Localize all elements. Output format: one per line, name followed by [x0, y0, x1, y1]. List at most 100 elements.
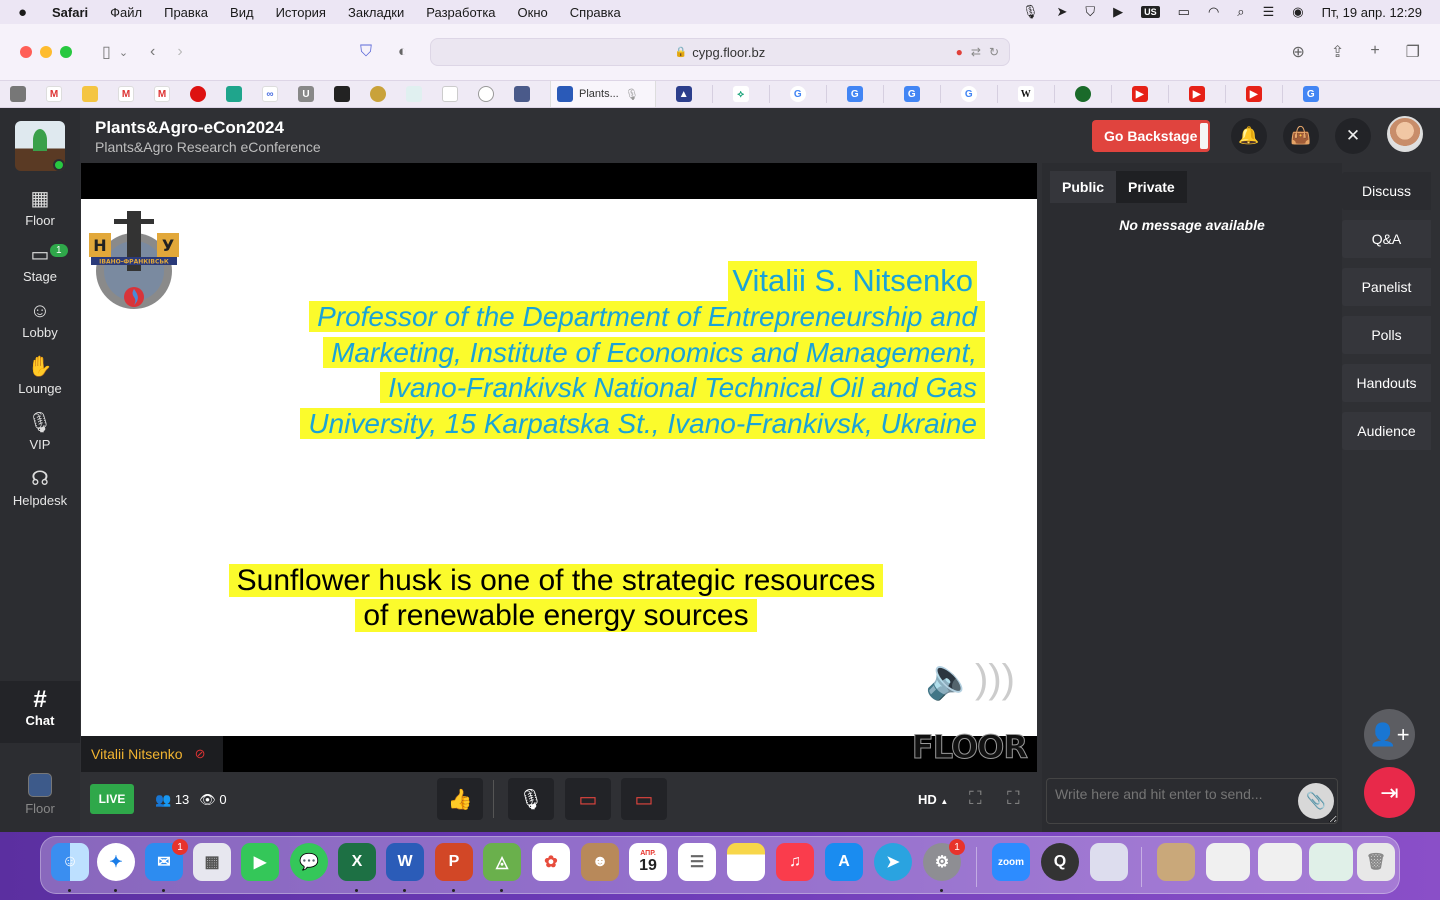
contacts-icon[interactable]: ☻ — [581, 843, 619, 881]
chevron-down-icon[interactable]: ⌄ — [119, 46, 128, 59]
messages-icon[interactable]: 💬 — [290, 843, 328, 881]
photos-icon[interactable]: ✿ — [532, 843, 570, 881]
reminders-icon[interactable]: ☰ — [678, 843, 716, 881]
camera-toggle-button[interactable]: ▭ — [565, 778, 611, 820]
trash-icon[interactable]: 🗑 — [1357, 843, 1395, 881]
zoom-window-button[interactable] — [60, 46, 72, 58]
maps-icon[interactable]: ◬ — [483, 843, 521, 881]
green-app-icon[interactable] — [1074, 86, 1091, 102]
reload-icon[interactable]: ↻ — [989, 45, 999, 59]
tab-favicon-icon[interactable] — [10, 86, 26, 102]
music-icon[interactable]: ♫ — [776, 843, 814, 881]
teal-app-icon[interactable] — [226, 86, 242, 102]
back-button[interactable]: ‹ — [150, 43, 155, 61]
wifi-icon[interactable]: ◠ — [1208, 4, 1219, 20]
apple-icon[interactable]: ● — [18, 4, 38, 21]
share-icon[interactable]: ⇪ — [1331, 42, 1344, 62]
menu-develop[interactable]: Разработка — [426, 5, 495, 20]
calendar-icon[interactable]: АПР. 19 — [629, 843, 667, 881]
gmail-icon[interactable]: M — [118, 86, 134, 102]
translate-icon[interactable]: ⇄ — [971, 45, 981, 59]
facetime-icon[interactable]: ▶ — [241, 843, 279, 881]
tab-audience[interactable]: Audience — [1342, 412, 1431, 450]
recent-spreadsheet-icon[interactable] — [1258, 843, 1302, 881]
recent-folder-icon[interactable] — [1157, 843, 1195, 881]
navigation-icon[interactable]: ➤ — [1056, 4, 1067, 20]
triangle-app-icon[interactable]: ▲ — [675, 86, 692, 102]
minimize-window-button[interactable] — [40, 46, 52, 58]
add-user-button[interactable]: 👤+ — [1364, 709, 1415, 760]
nav-item-chat[interactable]: # Chat — [0, 681, 80, 743]
privacy-shield-icon[interactable]: ⛉ — [360, 43, 372, 61]
user-avatar[interactable] — [1387, 116, 1423, 152]
word-icon[interactable]: W — [386, 843, 424, 881]
event-logo[interactable] — [15, 121, 65, 171]
input-source-indicator[interactable]: US — [1141, 6, 1160, 18]
hexagon-icon[interactable] — [514, 86, 530, 102]
play-icon[interactable]: ▶ — [1113, 4, 1123, 20]
download-icon[interactable]: ⊕ — [1292, 42, 1305, 62]
safari-icon[interactable]: ✦ — [97, 843, 135, 881]
powerpoint-icon[interactable]: P — [435, 843, 473, 881]
search-icon[interactable]: ⌕ — [1237, 4, 1244, 20]
go-backstage-button[interactable]: Go Backstage — [1092, 120, 1210, 152]
chat-message-input[interactable] — [1046, 778, 1338, 824]
recent-document-icon[interactable] — [1206, 843, 1250, 881]
menu-history[interactable]: История — [276, 5, 326, 20]
red-circle-icon[interactable] — [190, 86, 206, 102]
microphone-icon[interactable]: ● — [956, 45, 963, 59]
google-icon[interactable]: G — [789, 86, 806, 102]
dark-app-icon[interactable] — [334, 86, 350, 102]
crest-icon[interactable] — [370, 86, 386, 102]
nav-item-lobby[interactable]: ☺ Lobby — [0, 300, 80, 340]
new-tab-icon[interactable]: + — [1370, 42, 1379, 62]
google-icon[interactable]: G — [960, 86, 977, 102]
tab-microphone-icon[interactable]: 🎙 — [625, 88, 639, 101]
light-app-icon[interactable] — [406, 86, 422, 102]
bell-icon[interactable]: 🔔 — [1231, 118, 1267, 154]
fullscreen-icon[interactable]: ⛶ — [969, 788, 982, 809]
google-translate-icon[interactable]: G — [846, 86, 863, 102]
menu-view[interactable]: Вид — [230, 5, 254, 20]
menubar-clock[interactable]: Пт, 19 апр. 12:29 — [1322, 5, 1422, 20]
recent-image-icon[interactable] — [1309, 843, 1353, 881]
nav-item-floor[interactable]: ▦ Floor — [0, 188, 80, 228]
google-translate-icon[interactable]: G — [1302, 86, 1319, 102]
microphone-status-icon[interactable]: 🎙 — [1022, 4, 1039, 20]
document-icon[interactable] — [442, 86, 458, 102]
notes-icon[interactable] — [727, 843, 765, 881]
backstage-toggle[interactable] — [1200, 123, 1208, 149]
menu-bookmarks[interactable]: Закладки — [348, 5, 404, 20]
google-translate-icon[interactable]: G — [903, 86, 920, 102]
nav-item-lounge[interactable]: ✋ Lounge — [0, 356, 80, 396]
menu-help[interactable]: Справка — [570, 5, 621, 20]
app-store-icon[interactable]: A — [825, 843, 863, 881]
quality-selector[interactable]: HD ▲ — [918, 792, 948, 807]
youtube-icon[interactable]: ▶ — [1188, 86, 1205, 102]
tab-qa[interactable]: Q&A — [1342, 220, 1431, 258]
tools-icon[interactable]: ✕ — [1335, 118, 1371, 154]
nav-item-stage[interactable]: ▭ 1 Stage — [0, 244, 80, 284]
gmail-icon[interactable]: M — [46, 86, 62, 102]
network-icon[interactable]: ⟡ — [732, 86, 749, 102]
menu-window[interactable]: Окно — [518, 5, 548, 20]
screen-share-button[interactable]: ▭ — [621, 778, 667, 820]
extension-shield-icon[interactable]: ◐ — [398, 43, 407, 60]
forward-button[interactable]: › — [177, 43, 182, 61]
tab-overview-icon[interactable]: ❐ — [1406, 42, 1420, 62]
exit-fullscreen-icon[interactable]: ⛶ — [1007, 788, 1020, 809]
nav-item-vip[interactable]: 🎙 VIP — [0, 412, 80, 452]
telegram-icon[interactable]: ➤ — [874, 843, 912, 881]
battery-icon[interactable]: ▭ — [1178, 4, 1190, 20]
nav-item-helpdesk[interactable]: ☊ Helpdesk — [0, 468, 80, 508]
viewers-count[interactable]: 👁 0 — [199, 792, 226, 808]
exit-event-button[interactable]: ⇥ — [1364, 767, 1415, 818]
preview-icon[interactable] — [1090, 843, 1128, 881]
shield-status-icon[interactable]: ⛉ — [1085, 4, 1095, 20]
sidebar-toggle-icon[interactable]: ▯ — [102, 42, 111, 62]
address-bar[interactable]: 🔒 cypg.floor.bz ● ⇄ ↻ — [430, 38, 1010, 66]
siri-icon[interactable]: ◉ — [1292, 4, 1303, 20]
menu-edit[interactable]: Правка — [164, 5, 208, 20]
active-tab[interactable]: Plants... 🎙 — [550, 81, 656, 107]
tab-polls[interactable]: Polls — [1342, 316, 1431, 354]
